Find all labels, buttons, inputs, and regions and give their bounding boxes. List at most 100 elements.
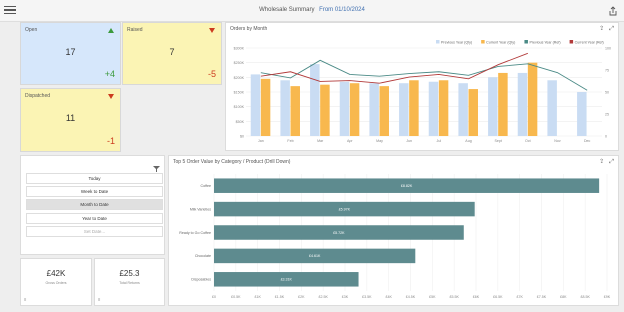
category-label: Ready to Go Coffee: [179, 231, 211, 235]
x-tick-label: Mar: [317, 139, 324, 143]
bar-current-year-qty-: [290, 86, 300, 136]
x-tick-label: £5K: [429, 295, 436, 299]
bar-current-year-qty-: [527, 62, 538, 136]
bar-previous-year-qty-: [488, 77, 498, 136]
bar-current-year-qty-: [349, 83, 360, 136]
kpi-label: Open: [25, 27, 38, 33]
y-tick-label: $150K: [234, 91, 245, 95]
bar-value-label: £3.31K: [281, 278, 293, 282]
x-tick-label: Sept: [494, 139, 501, 143]
kpi-value: 17: [65, 47, 76, 57]
x-tick-label: £4.5K: [406, 295, 416, 299]
x-tick-label: Dec: [584, 139, 591, 143]
line-current-year-ref-: [260, 52, 528, 84]
bar-previous-year-qty-: [369, 83, 379, 136]
bar-current-year-qty-: [260, 78, 271, 136]
y-tick-label: $0: [240, 135, 244, 139]
category-chart: £0 £0.5K £1K £1.5K £2K £2.5K £3K £3.5K £4K £4.5K £…: [179, 174, 611, 299]
bar-previous-year-qty-: [310, 64, 320, 136]
stat-label: Total Returns: [119, 281, 140, 285]
x-tick-label: £0.5K: [231, 295, 241, 299]
trend-down-icon: [108, 94, 114, 99]
y2-tick-label: 75: [605, 69, 609, 73]
stat-value: £42K: [46, 269, 66, 278]
share-icon[interactable]: [608, 6, 618, 16]
x-tick-label: £1.5K: [275, 295, 285, 299]
bar-value-label: £5.72K: [333, 231, 345, 235]
kpi-value: 7: [169, 47, 175, 57]
kpi-open-tile[interactable]: Open 17 +4: [20, 22, 121, 85]
x-tick-label: £6.5K: [493, 295, 503, 299]
bar-value-label: £4.61K: [309, 254, 321, 258]
bar-previous-year-qty-: [428, 81, 439, 136]
y-tick-label: $200K: [234, 76, 245, 80]
bar-previous-year-qty-: [547, 80, 557, 136]
x-tick-label: Oct: [525, 139, 531, 143]
x-tick-label: Aug: [465, 139, 471, 143]
orders-chart: $0 $50K $100K $150K $200K $250K $300K 0 25 50 75 10…: [234, 40, 611, 143]
category-label: Coffee: [200, 184, 211, 188]
legend-swatch: [569, 40, 574, 44]
orders-by-month-panel: Orders by Month ⇪ ⤢ $0 $50K $100K $150K $200K…: [225, 22, 619, 151]
x-tick-label: Jul: [437, 139, 442, 143]
top-bar: Wholesale Summary From 01/10/2024: [0, 0, 624, 22]
trend-down-icon: [209, 28, 215, 33]
filter-today-button[interactable]: Today: [26, 173, 163, 184]
date-filter-link[interactable]: From 01/10/2024: [319, 7, 365, 13]
x-tick-label: £3K: [342, 295, 349, 299]
bar-previous-year-qty-: [399, 83, 409, 136]
x-tick-label: Nov: [554, 139, 561, 143]
stat-value: £25.3: [119, 269, 140, 278]
x-tick-label: May: [376, 139, 383, 143]
date-filter-panel: Today Week to Date Month to Date Year to…: [20, 155, 165, 255]
x-tick-label: Jan: [258, 139, 264, 143]
kpi-delta: -5: [207, 69, 216, 79]
legend-swatch: [436, 40, 440, 44]
kpi-value: 11: [65, 113, 76, 123]
x-tick-label: £1K: [254, 295, 261, 299]
dashboard-name: Wholesale Summary: [259, 7, 315, 13]
x-tick-label: Jun: [406, 139, 412, 143]
x-tick-label: £9K: [604, 295, 611, 299]
x-tick-label: £7K: [516, 295, 523, 299]
y-tick-label: $100K: [234, 105, 245, 109]
bar-current-year-qty-: [468, 89, 478, 136]
bar-current-year-qty-: [379, 86, 389, 136]
bar-previous-year-qty-: [250, 74, 261, 136]
bar-previous-year-qty-: [577, 92, 587, 136]
total-returns-tile: £25.3 Total Returns ≡: [94, 258, 165, 306]
x-tick-label: Apr: [347, 139, 353, 143]
stat-label: Gross Orders: [45, 281, 67, 285]
kpi-label: Raised: [127, 27, 143, 33]
x-tick-label: £8K: [560, 295, 567, 299]
bar-previous-year-qty-: [517, 72, 528, 136]
legend-swatch: [481, 40, 485, 44]
filter-week-to-date-button[interactable]: Week to Date: [26, 186, 163, 197]
legend-label: Previous Year (Qty): [441, 40, 472, 44]
legend-label: Previous Year (Ref): [529, 40, 560, 44]
x-tick-label: £3.5K: [362, 295, 372, 299]
x-tick-label: £6K: [473, 295, 480, 299]
filter-icon[interactable]: [153, 159, 160, 172]
legend-swatch: [524, 40, 528, 44]
bar-previous-year-qty-: [339, 81, 350, 136]
kpi-label: Dispatched: [25, 93, 51, 99]
y-tick-label: $50K: [236, 120, 245, 124]
kpi-dispatched-tile[interactable]: Dispatched 11 -1: [20, 88, 121, 152]
category-label: Milk Varieties: [190, 207, 211, 211]
filter-month-to-date-button[interactable]: Month to Date: [26, 199, 163, 210]
x-tick-label: £5.5K: [449, 295, 459, 299]
y2-tick-label: 0: [605, 135, 607, 139]
y-tick-label: $300K: [234, 47, 245, 51]
trend-up-icon: [108, 28, 114, 33]
category-label: Chocolate: [195, 254, 211, 258]
filter-set-date-button[interactable]: Set Date...: [26, 226, 163, 237]
x-tick-label: £2K: [298, 295, 305, 299]
filter-year-to-date-button[interactable]: Year to Date: [26, 213, 163, 224]
y2-tick-label: 25: [605, 113, 609, 117]
top-category-panel: Top 5 Order Value by Category / Product …: [168, 155, 619, 306]
kpi-raised-tile[interactable]: Raised 7 -5: [122, 22, 222, 85]
bar-current-year-qty-: [498, 72, 508, 136]
list-icon: ≡: [98, 297, 101, 302]
x-tick-label: £8.5K: [580, 295, 590, 299]
